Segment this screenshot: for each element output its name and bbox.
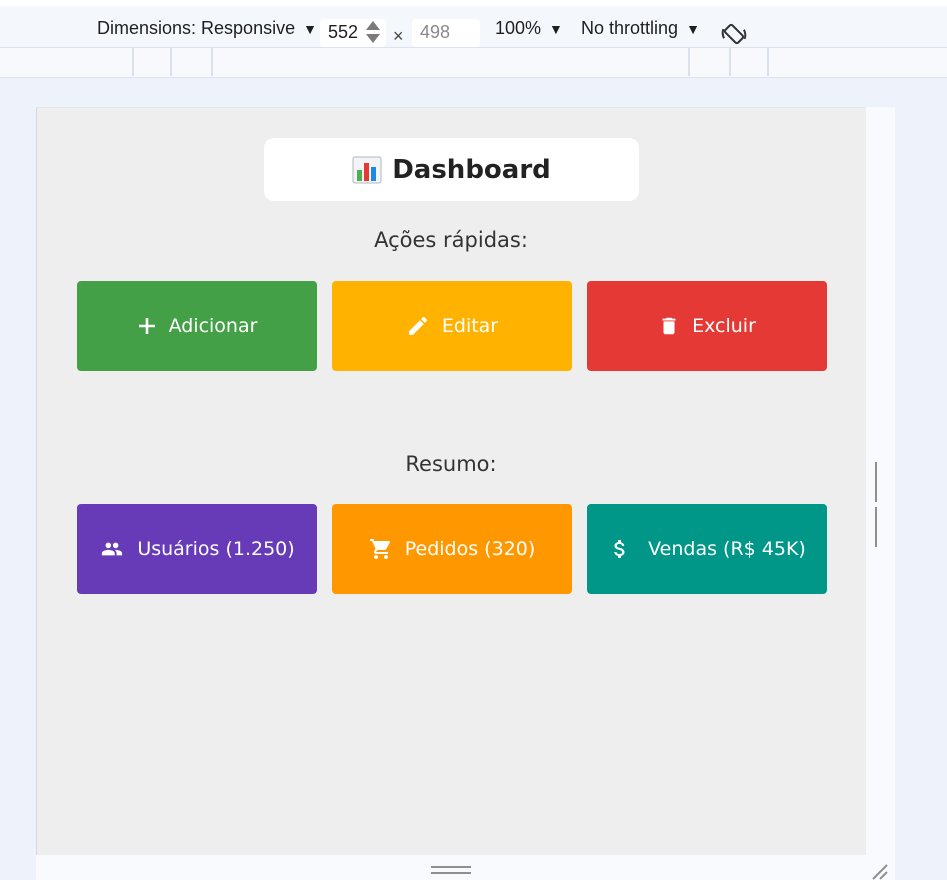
- quick-actions-heading: Ações rápidas:: [374, 228, 528, 252]
- users-summary-button[interactable]: Usuários (1.250): [77, 504, 317, 594]
- ruler-tick[interactable]: [767, 48, 769, 76]
- device-toolbar: Dimensions: Responsive ▼ 552 × 498 100% …: [0, 0, 947, 48]
- spin-up-icon[interactable]: [366, 21, 380, 30]
- edit-button[interactable]: Editar: [332, 281, 572, 371]
- rotate-icon[interactable]: [720, 20, 748, 48]
- summary-heading: Resumo:: [405, 452, 497, 476]
- media-query-ruler: [0, 48, 947, 78]
- ruler-tick[interactable]: [729, 48, 731, 76]
- throttling-label: No throttling: [581, 18, 679, 38]
- emulated-viewport: [36, 107, 866, 855]
- ruler-tick[interactable]: [132, 48, 134, 76]
- ruler-tick[interactable]: [170, 48, 172, 76]
- height-placeholder: 498: [420, 22, 451, 42]
- dashboard-title-card: Dashboard: [264, 138, 639, 201]
- width-spinner[interactable]: [366, 21, 380, 45]
- chevron-down-icon: ▼: [303, 20, 317, 37]
- throttling-dropdown[interactable]: No throttling ▼: [581, 18, 700, 39]
- chevron-down-icon: ▼: [686, 20, 700, 37]
- pencil-icon: [408, 316, 427, 335]
- times-sign: ×: [393, 26, 404, 46]
- corner-resize-icon[interactable]: [870, 862, 888, 880]
- right-resize-handle[interactable]: [875, 462, 885, 547]
- plus-icon: [138, 318, 155, 334]
- spin-down-icon[interactable]: [366, 34, 380, 43]
- add-button-label: Adicionar: [168, 315, 258, 337]
- sales-summary-label: Vendas (R$ 45K): [648, 538, 806, 560]
- bottom-resize-handle[interactable]: [431, 866, 471, 876]
- height-input[interactable]: 498: [412, 19, 480, 47]
- dimensions-dropdown[interactable]: Dimensions: Responsive ▼: [97, 18, 317, 39]
- users-icon: [102, 542, 123, 556]
- page-title: Dashboard: [392, 154, 551, 185]
- chevron-down-icon: ▼: [549, 20, 563, 37]
- add-button[interactable]: Adicionar: [77, 281, 317, 371]
- ruler-tick[interactable]: [211, 48, 213, 76]
- orders-summary-label: Pedidos (320): [404, 538, 536, 560]
- delete-button-label: Excluir: [692, 315, 756, 337]
- ruler-tick[interactable]: [688, 48, 690, 76]
- zoom-dropdown[interactable]: 100% ▼: [495, 18, 563, 39]
- zoom-label: 100%: [495, 18, 542, 38]
- delete-button[interactable]: Excluir: [587, 281, 827, 371]
- cart-icon: [369, 539, 390, 559]
- width-value: 552: [328, 22, 359, 42]
- chart-emoji-icon: [352, 156, 382, 183]
- sales-summary-button[interactable]: Vendas (R$ 45K): [587, 504, 827, 594]
- dimensions-label: Dimensions: Responsive: [97, 18, 296, 38]
- orders-summary-button[interactable]: Pedidos (320): [332, 504, 572, 594]
- users-summary-label: Usuários (1.250): [137, 538, 295, 560]
- edit-button-label: Editar: [441, 315, 499, 337]
- trash-icon: [662, 317, 676, 335]
- dollar-icon: [614, 540, 625, 558]
